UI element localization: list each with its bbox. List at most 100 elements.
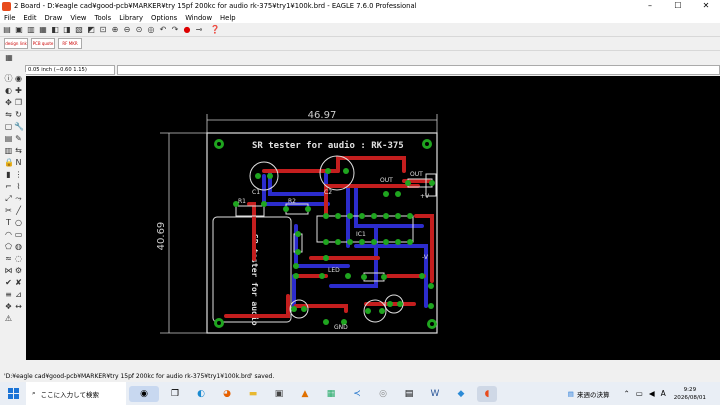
warning-icon[interactable]: ⚠ xyxy=(4,314,13,323)
undo-icon[interactable]: ↶ xyxy=(158,25,168,35)
ime-icon[interactable]: A xyxy=(661,389,666,398)
via-icon[interactable]: ◍ xyxy=(14,242,23,251)
help-icon[interactable]: ❓ xyxy=(210,25,220,35)
split-icon[interactable]: ⌇ xyxy=(14,182,23,191)
zoom-in-icon[interactable]: ⊕ xyxy=(110,25,120,35)
save-icon[interactable]: ▣ xyxy=(14,25,24,35)
menu-draw[interactable]: Draw xyxy=(41,14,67,22)
rf-marker-button[interactable]: RF MKR xyxy=(58,38,82,49)
command-input[interactable] xyxy=(116,65,720,75)
go-icon[interactable]: ⊸ xyxy=(194,25,204,35)
show-icon[interactable]: ◉ xyxy=(14,74,23,83)
app-blue-icon[interactable]: ◆ xyxy=(451,386,471,402)
app-photo-icon[interactable]: ▦ xyxy=(321,386,341,402)
zoom-out-icon[interactable]: ⊖ xyxy=(122,25,132,35)
delete-icon[interactable]: ✎ xyxy=(14,134,23,143)
taskbar-search[interactable]: ⌕ ここに入力して検索 xyxy=(26,382,126,405)
route-icon[interactable]: ⤳ xyxy=(14,194,23,203)
ripup-icon[interactable]: ✂ xyxy=(4,206,13,215)
vlc-icon[interactable]: ▲ xyxy=(295,386,315,402)
rotate-icon[interactable]: ↻ xyxy=(14,110,23,119)
menu-view[interactable]: View xyxy=(66,14,90,22)
miter-icon[interactable]: ⌐ xyxy=(4,182,13,191)
cam-icon[interactable]: ▦ xyxy=(38,25,48,35)
info-icon[interactable]: ⓘ xyxy=(4,74,13,83)
menu-help[interactable]: Help xyxy=(216,14,240,22)
lock-icon[interactable]: 🔒 xyxy=(4,158,14,167)
hole-icon[interactable]: ◌ xyxy=(14,254,23,263)
menu-window[interactable]: Window xyxy=(181,14,216,22)
clock[interactable]: 9:29 2026/08/01 xyxy=(674,386,706,402)
menu-options[interactable]: Options xyxy=(147,14,181,22)
grid-icon[interactable]: ▦ xyxy=(4,53,14,63)
explorer-icon[interactable]: ▬ xyxy=(243,386,263,402)
text-icon[interactable]: T xyxy=(4,218,13,227)
value-icon[interactable]: ▮ xyxy=(4,170,13,179)
vscode-icon[interactable]: ≺ xyxy=(347,386,367,402)
edge-icon[interactable]: ◐ xyxy=(191,386,211,402)
print-icon[interactable]: ▥ xyxy=(26,25,36,35)
redo-icon[interactable]: ↷ xyxy=(170,25,180,35)
display-icon[interactable]: ◐ xyxy=(4,86,13,95)
autorouter-icon[interactable]: ⚙ xyxy=(14,266,23,275)
network-icon[interactable]: ▭ xyxy=(636,389,643,398)
name-icon[interactable]: N xyxy=(14,158,23,167)
notepad-icon[interactable]: ▤ xyxy=(399,386,419,402)
drc-icon[interactable]: ✔ xyxy=(4,278,13,287)
dimension-icon[interactable]: ↔ xyxy=(14,302,23,311)
mark-icon[interactable]: ✚ xyxy=(14,86,23,95)
change-icon[interactable]: 🔧 xyxy=(14,122,24,131)
stop-icon[interactable]: ● xyxy=(182,25,192,35)
task-view-icon[interactable]: ❐ xyxy=(165,386,185,402)
copy-icon[interactable]: ❐ xyxy=(14,98,23,107)
errors-icon[interactable]: ✘ xyxy=(14,278,23,287)
design-link-button[interactable]: design link xyxy=(4,38,28,49)
polygon-icon[interactable]: ⬠ xyxy=(4,242,13,251)
store-icon[interactable]: ▣ xyxy=(269,386,289,402)
schematic-icon[interactable]: ◧ xyxy=(50,25,60,35)
signal-icon[interactable]: ≈ xyxy=(4,254,13,263)
optimize-icon[interactable]: ⤢ xyxy=(4,194,13,203)
add-icon[interactable]: ▥ xyxy=(4,146,13,155)
move-icon[interactable]: ✥ xyxy=(4,98,13,107)
ratsnest-icon[interactable]: ⋈ xyxy=(4,266,13,275)
pcb-quote-button[interactable]: PCB quote xyxy=(31,38,55,49)
measure-icon[interactable]: ⊿ xyxy=(14,290,23,299)
app-misc-icon[interactable]: ◎ xyxy=(373,386,393,402)
rect-icon[interactable]: ▭ xyxy=(14,230,23,239)
zoom-fit-icon[interactable]: ⊡ xyxy=(98,25,108,35)
open-icon[interactable]: ▤ xyxy=(2,25,12,35)
volume-icon[interactable]: ◀ xyxy=(649,389,655,398)
mirror-icon[interactable]: ⇋ xyxy=(4,110,13,119)
menu-tools[interactable]: Tools xyxy=(90,14,115,22)
attribute-icon[interactable]: ❖ xyxy=(4,302,13,311)
circle-icon[interactable]: ○ xyxy=(14,218,23,227)
close-button[interactable]: ✕ xyxy=(692,0,720,12)
menu-file[interactable]: File xyxy=(0,14,19,22)
arc-icon[interactable]: ◠ xyxy=(4,230,13,239)
redraw-icon[interactable]: ◎ xyxy=(146,25,156,35)
ulp-icon[interactable]: ◩ xyxy=(86,25,96,35)
tray-chevron-icon[interactable]: ⌃ xyxy=(623,389,629,398)
board-icon[interactable]: ◨ xyxy=(62,25,72,35)
script-icon[interactable]: ▧ xyxy=(74,25,84,35)
eagle-taskbar-icon[interactable]: ◖ xyxy=(477,385,497,402)
grid-toolbar: ▦ xyxy=(0,51,720,64)
board-canvas[interactable]: 46.97 40.69 SR tester for audio : RK-375… xyxy=(26,76,720,360)
group-icon[interactable]: ▢ xyxy=(4,122,13,131)
paste-icon[interactable]: ▤ xyxy=(4,134,13,143)
bing-widget-icon[interactable]: ◉ xyxy=(129,385,159,402)
replace-icon[interactable]: ⇆ xyxy=(14,146,23,155)
layer-icon[interactable]: ≡ xyxy=(4,290,13,299)
zoom-select-icon[interactable]: ⊙ xyxy=(134,25,144,35)
firefox-icon[interactable]: ◕ xyxy=(217,386,237,402)
news-widget[interactable]: ▤ 来週の決算 xyxy=(568,389,610,399)
minimize-button[interactable]: – xyxy=(636,0,664,12)
start-button[interactable] xyxy=(0,382,26,405)
maximize-button[interactable]: ☐ xyxy=(664,0,692,12)
menu-library[interactable]: Library xyxy=(115,14,147,22)
word-icon[interactable]: W xyxy=(425,386,445,402)
menu-edit[interactable]: Edit xyxy=(19,14,40,22)
wire-icon[interactable]: ╱ xyxy=(14,206,23,215)
smash-icon[interactable]: ⋮ xyxy=(14,170,23,179)
